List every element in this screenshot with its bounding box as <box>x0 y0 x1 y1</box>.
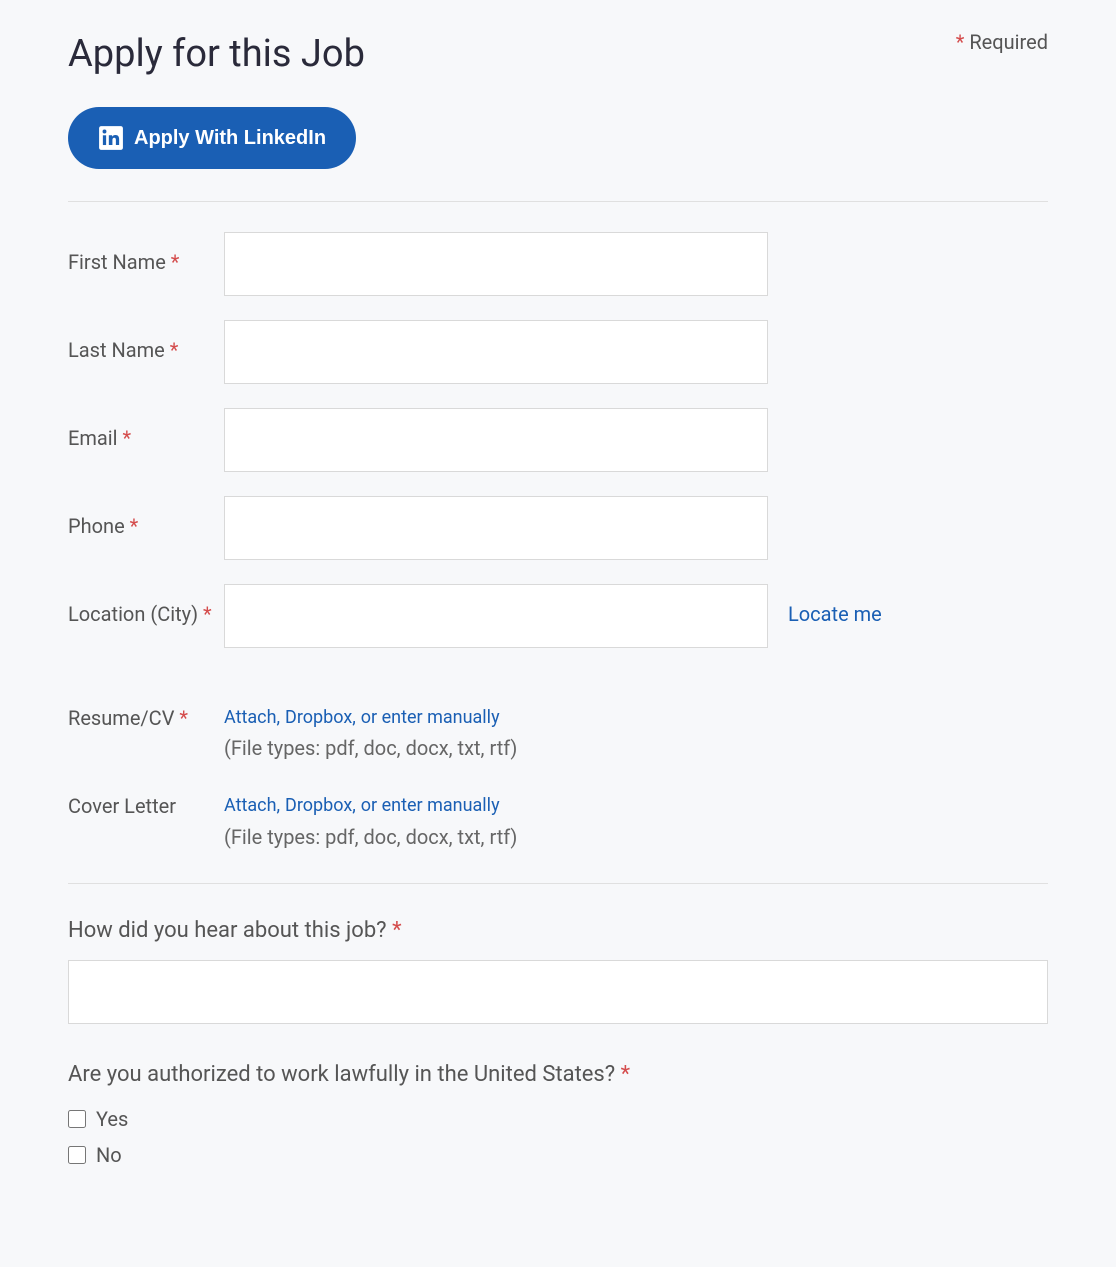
page-title: Apply for this Job <box>68 28 365 81</box>
apply-linkedin-button[interactable]: Apply With LinkedIn <box>68 107 356 169</box>
resume-manual-link[interactable]: or enter manually <box>361 707 500 728</box>
first-name-input[interactable] <box>224 232 768 296</box>
email-input[interactable] <box>224 408 768 472</box>
asterisk-icon: * <box>621 1062 630 1087</box>
linkedin-icon <box>98 125 124 151</box>
authorized-yes-label[interactable]: Yes <box>96 1105 128 1133</box>
how-heard-label: How did you hear about this job? * <box>68 916 1048 947</box>
asterisk-icon: * <box>179 706 188 730</box>
separator: , <box>352 795 356 816</box>
apply-linkedin-label: Apply With LinkedIn <box>134 127 326 150</box>
separator: , <box>277 707 281 728</box>
email-label: Email * <box>68 408 224 452</box>
resume-label: Resume/CV * <box>68 702 224 732</box>
asterisk-icon: * <box>203 602 212 626</box>
location-input[interactable] <box>224 584 768 648</box>
first-name-label: First Name * <box>68 232 224 276</box>
asterisk-icon: * <box>130 514 139 538</box>
asterisk-icon: * <box>171 250 180 274</box>
asterisk-icon: * <box>170 338 179 362</box>
separator: , <box>277 795 281 816</box>
cover-letter-dropbox-link[interactable]: Dropbox <box>285 795 352 816</box>
authorized-no-label[interactable]: No <box>96 1141 122 1169</box>
required-legend: * Required <box>956 28 1048 56</box>
authorized-yes-checkbox[interactable] <box>68 1110 86 1128</box>
asterisk-icon: * <box>122 426 131 450</box>
authorized-no-checkbox[interactable] <box>68 1146 86 1164</box>
phone-label: Phone * <box>68 496 224 540</box>
resume-dropbox-link[interactable]: Dropbox <box>285 707 352 728</box>
resume-file-types: (File types: pdf, doc, docx, txt, rtf) <box>224 734 1048 762</box>
last-name-label: Last Name * <box>68 320 224 364</box>
location-label: Location (City) * <box>68 584 224 628</box>
last-name-input[interactable] <box>224 320 768 384</box>
authorized-label: Are you authorized to work lawfully in t… <box>68 1060 1048 1091</box>
asterisk-icon: * <box>956 30 965 54</box>
asterisk-icon: * <box>392 918 401 943</box>
phone-input[interactable] <box>224 496 768 560</box>
required-legend-text: Required <box>969 30 1048 54</box>
cover-letter-label: Cover Letter <box>68 790 224 820</box>
cover-letter-attach-link[interactable]: Attach <box>224 795 277 816</box>
locate-me-link[interactable]: Locate me <box>788 602 882 626</box>
separator: , <box>352 707 356 728</box>
cover-letter-file-types: (File types: pdf, doc, docx, txt, rtf) <box>224 823 1048 851</box>
resume-attach-link[interactable]: Attach <box>224 707 277 728</box>
divider <box>68 883 1048 884</box>
cover-letter-manual-link[interactable]: or enter manually <box>361 795 500 816</box>
divider <box>68 201 1048 202</box>
how-heard-input[interactable] <box>68 960 1048 1024</box>
